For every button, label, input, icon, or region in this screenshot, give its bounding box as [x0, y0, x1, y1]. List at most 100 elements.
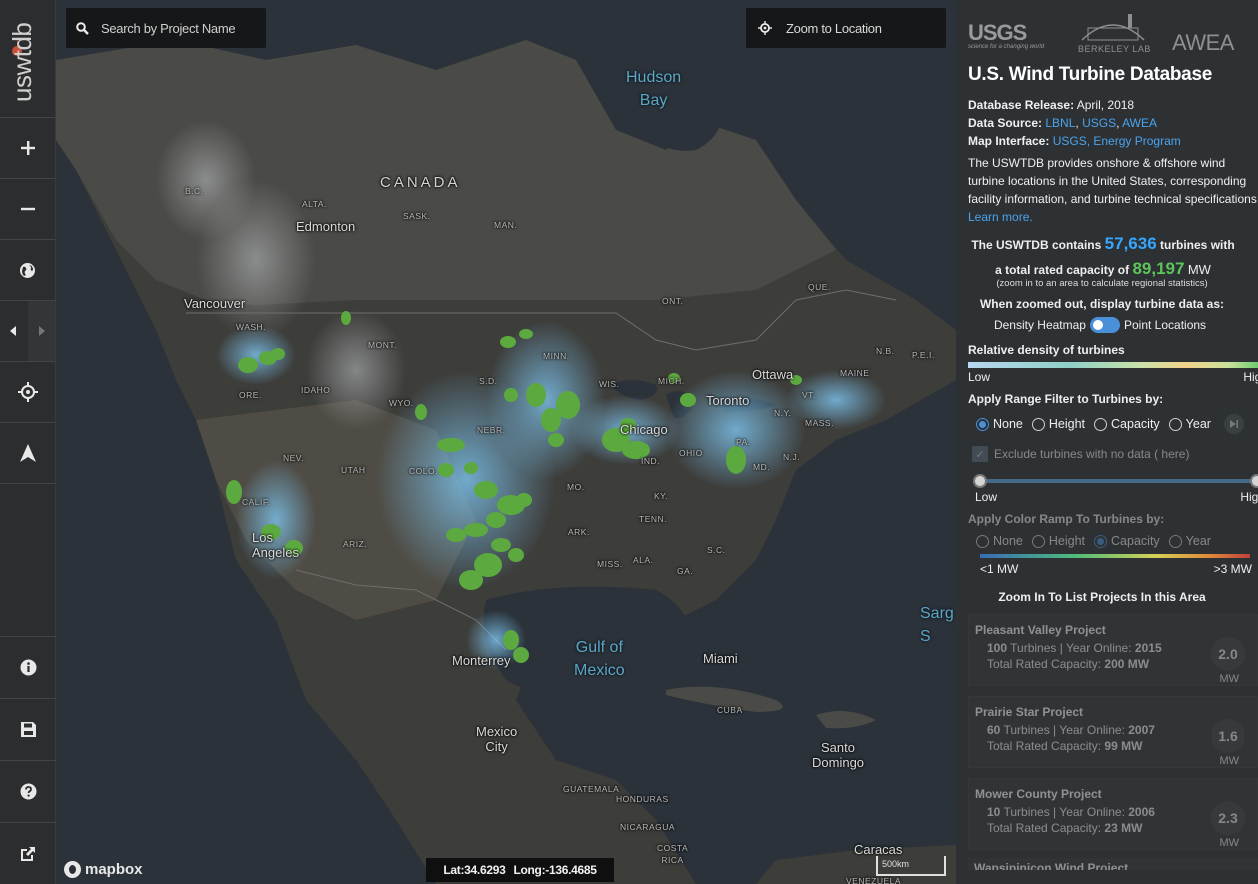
- panel-title: U.S. Wind Turbine Database: [968, 64, 1212, 85]
- map-label-ore: ORE.: [239, 390, 262, 400]
- project-turbines-label: Turbines | Year Online:: [1010, 641, 1132, 655]
- zoom-to-location-label: Zoom to Location: [786, 20, 882, 36]
- stats-note: (zoom in to an area to calculate regiona…: [996, 278, 1208, 289]
- exclude-no-data-row[interactable]: ✓ Exclude turbines with no data ( here): [972, 446, 1258, 462]
- project-search-input[interactable]: [101, 20, 251, 36]
- help-button[interactable]: [0, 760, 56, 822]
- map-label-los-angeles: Los Angeles: [252, 530, 299, 560]
- project-card-partial[interactable]: Wapsipinicon Wind Project: [968, 858, 1258, 870]
- map-label-wash: WASH.: [236, 322, 267, 332]
- interface-row: Map Interface: USGS, Energy Program: [968, 132, 1258, 150]
- map-label-man: MAN.: [494, 220, 518, 230]
- range-option-year[interactable]: Year: [1168, 417, 1211, 431]
- locate-button[interactable]: [0, 362, 55, 423]
- ramp-option-height[interactable]: Height: [1031, 534, 1086, 548]
- map-label-edmonton: Edmonton: [296, 219, 356, 234]
- play-year-button[interactable]: [1223, 414, 1244, 434]
- map-label-nj: N.J.: [783, 452, 801, 462]
- zoom-in-button[interactable]: [0, 118, 55, 179]
- map-label-gulf-of-mexico: Gulf of Mexico: [574, 639, 625, 679]
- range-option-height-label: Height: [1048, 417, 1086, 431]
- map-label-mich: MICH.: [658, 376, 685, 386]
- awea-logo[interactable]: AWEA: [1172, 30, 1234, 56]
- app-logo-text: uswtdb: [7, 22, 37, 102]
- map-label-venezuela: VENEZUELA: [846, 876, 902, 884]
- project-list: Pleasant Valley Project 100 Turbines | Y…: [956, 614, 1258, 870]
- source-row: Data Source: LBNL, USGS, AWEA: [968, 116, 1158, 130]
- map-label-nev: NEV.: [283, 453, 305, 463]
- zoom-out-button[interactable]: [0, 179, 55, 240]
- plus-icon: [20, 141, 35, 155]
- radio-icon: [976, 534, 989, 548]
- range-slider[interactable]: [973, 474, 1258, 488]
- ramp-option-none[interactable]: None: [976, 534, 1023, 548]
- project-capacity-label: Total Rated Capacity:: [987, 657, 1102, 671]
- range-slider-high-handle[interactable]: [1250, 474, 1258, 488]
- map-label-ariz: ARIZ.: [343, 539, 368, 549]
- basemap-button[interactable]: [0, 240, 55, 301]
- map-label-miss: MISS.: [597, 559, 623, 569]
- map-label-que: QUE.: [808, 282, 831, 292]
- project-card[interactable]: Mower County Project 10 Turbines | Year …: [968, 778, 1258, 850]
- app-logo[interactable]: uswtdb: [0, 0, 55, 118]
- berkeley-lab-logo[interactable]: BERKELEY LAB: [1078, 44, 1151, 54]
- display-mode-toggle-row: Density Heatmap Point Locations: [956, 317, 1258, 333]
- usgs-logo[interactable]: USGS science for a changing world: [968, 20, 1044, 50]
- ramp-option-year[interactable]: Year: [1168, 534, 1211, 548]
- map-canvas[interactable]: Hudson Bay Gulf of Mexico Sarg S CANADA Edm…: [56, 0, 956, 884]
- save-button[interactable]: [0, 698, 56, 760]
- project-year: 2015: [1134, 641, 1162, 655]
- range-option-height[interactable]: Height: [1031, 417, 1086, 431]
- info-icon: [20, 659, 36, 676]
- learn-more-link[interactable]: Learn more.: [968, 210, 1033, 224]
- mapbox-attribution[interactable]: mapbox: [64, 861, 143, 878]
- ramp-option-height-label: Height: [1048, 534, 1086, 548]
- mapbox-label: mapbox: [85, 861, 143, 878]
- color-ramp-labels: <1 MW >3 MW: [980, 562, 1252, 576]
- map-label-md: MD.: [753, 462, 771, 472]
- map-label-santo-domingo: Santo Domingo: [812, 740, 865, 770]
- map-label-guatemala: GUATEMALA: [563, 784, 620, 794]
- ramp-high-label: >3 MW: [1213, 562, 1252, 576]
- map-label-sask: SASK.: [403, 211, 431, 221]
- reset-north-button[interactable]: [0, 423, 55, 484]
- project-search-box[interactable]: [66, 8, 266, 48]
- expand-panel-button[interactable]: [27, 301, 55, 361]
- zoom-to-location-button[interactable]: Zoom to Location: [746, 8, 946, 48]
- display-mode-toggle[interactable]: [1089, 317, 1120, 333]
- slider-high-label: High: [1240, 490, 1258, 504]
- cursor-coordinates: Lat:34.6293 Long:-136.4685: [426, 858, 614, 882]
- interface-link[interactable]: USGS, Energy Program: [1053, 134, 1181, 148]
- map-label-mass: MASS.: [805, 418, 834, 428]
- radio-selected-icon: [976, 417, 989, 431]
- collapse-panel-button[interactable]: [0, 301, 28, 361]
- range-option-none[interactable]: None: [976, 417, 1023, 431]
- map-label-idaho: IDAHO: [301, 385, 331, 395]
- release-row: Database Release: April, 2018: [968, 96, 1258, 114]
- source-link-lbnl[interactable]: LBNL: [1045, 116, 1075, 130]
- source-link-usgs[interactable]: USGS: [1082, 116, 1116, 130]
- stats-prefix: The USWTDB contains: [971, 238, 1102, 252]
- info-button[interactable]: [0, 636, 56, 698]
- project-capacity: 23 MW: [1104, 821, 1143, 835]
- project-card[interactable]: Prairie Star Project 60 Turbines | Year …: [968, 696, 1258, 768]
- app-root: uswtdb Hudson Bay Gulf of Mexico Sarg S …: [0, 0, 1258, 884]
- density-legend-bar: [968, 362, 1258, 368]
- project-turbines: 100: [987, 641, 1008, 655]
- description-text: The USWTDB provides onshore & offshore w…: [968, 156, 1258, 206]
- map-label-mexico-city: Mexico City: [476, 724, 518, 754]
- radio-icon: [1094, 417, 1108, 431]
- range-option-capacity[interactable]: Capacity: [1094, 417, 1160, 431]
- source-link-awea[interactable]: AWEA: [1122, 116, 1157, 130]
- source-label: Data Source:: [968, 116, 1043, 130]
- ramp-option-none-label: None: [993, 534, 1023, 548]
- ramp-option-capacity[interactable]: Capacity: [1094, 534, 1160, 548]
- range-slider-low-handle[interactable]: [973, 474, 987, 488]
- project-turbines: 60: [987, 723, 1001, 737]
- map-label-costa-rica: COSTA RICA: [657, 843, 689, 865]
- external-link-button[interactable]: [0, 822, 56, 884]
- project-card[interactable]: Pleasant Valley Project 100 Turbines | Y…: [968, 614, 1258, 686]
- color-ramp-section: Apply Color Ramp To Turbines by: None He…: [956, 512, 1258, 548]
- density-heatmap-label: Density Heatmap: [993, 318, 1086, 332]
- latitude-readout: Lat:34.6293: [443, 863, 506, 877]
